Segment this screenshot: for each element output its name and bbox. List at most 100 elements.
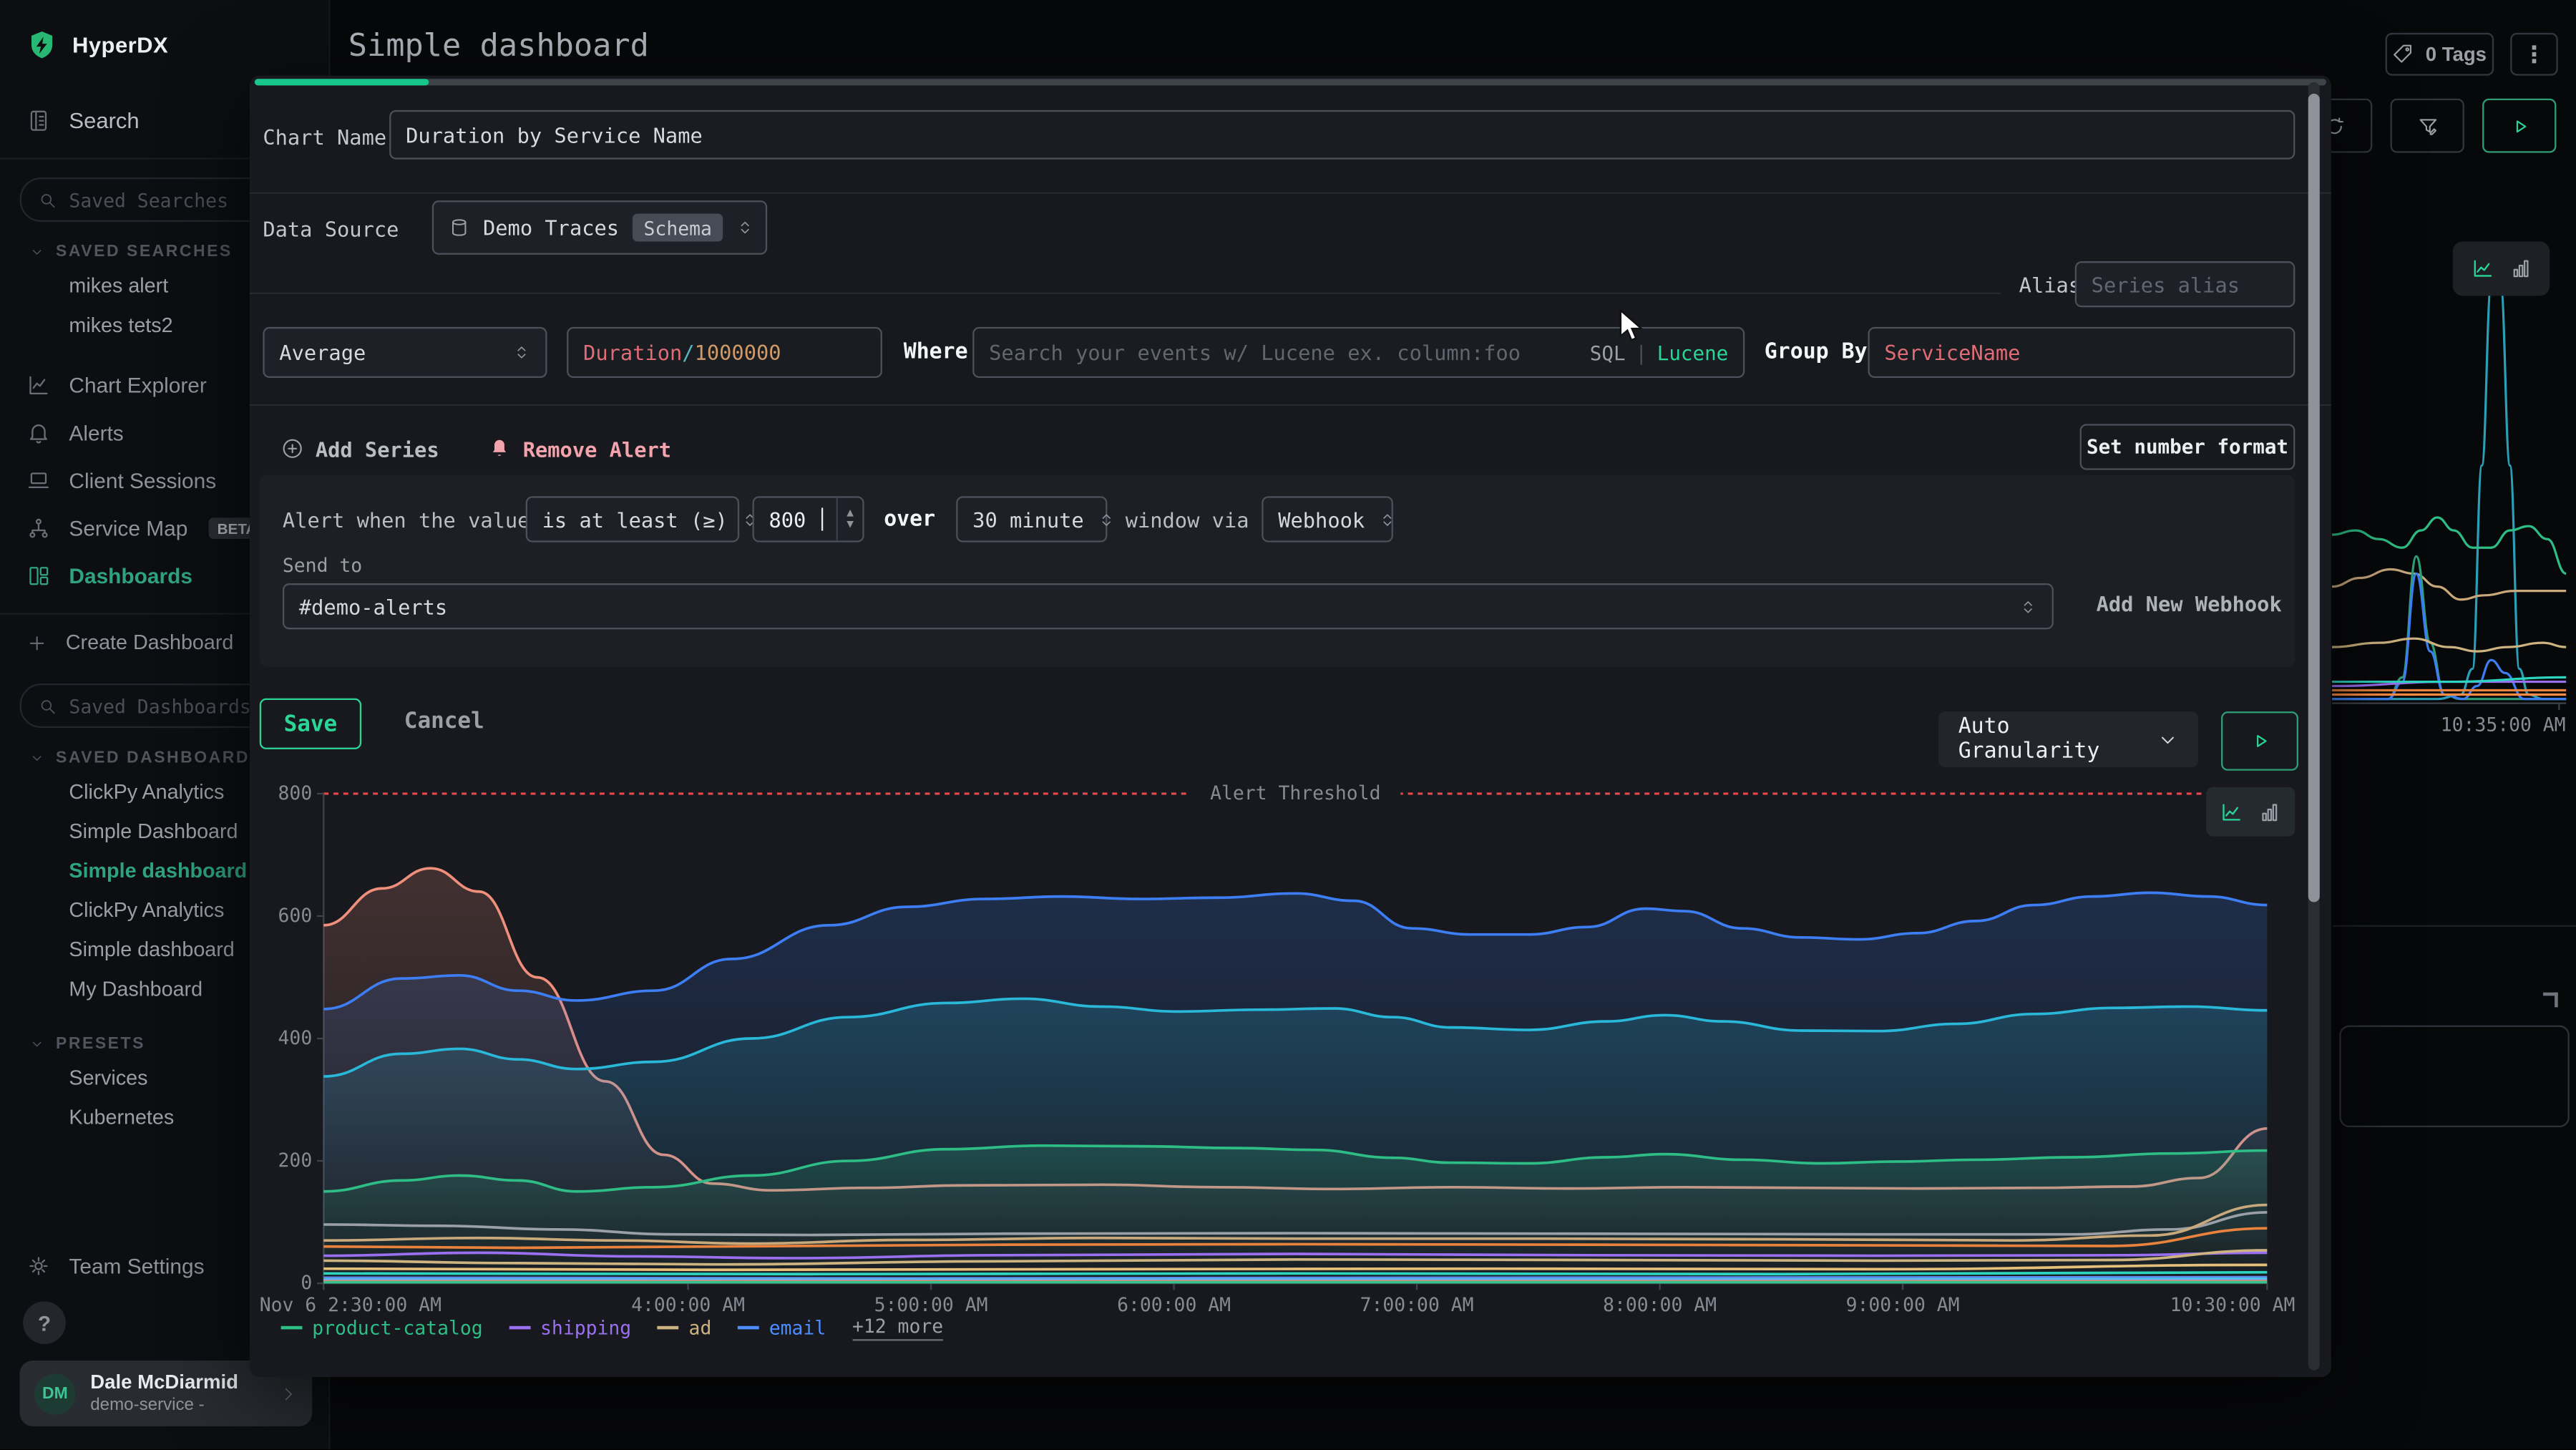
remove-alert-button[interactable]: Remove Alert: [488, 437, 671, 461]
mouse-cursor: [1618, 309, 1644, 346]
legend-item[interactable]: ad: [658, 1316, 711, 1339]
cancel-button[interactable]: Cancel: [404, 709, 484, 735]
chevron-down-icon: [29, 245, 44, 260]
legend-more-link[interactable]: +12 more: [852, 1315, 943, 1341]
group-by-input[interactable]: ServiceName: [1868, 327, 2295, 378]
tags-button[interactable]: 0 Tags: [2386, 33, 2494, 76]
x-tick-label: 10:35:00 AM: [2441, 714, 2566, 736]
line-chart-icon[interactable]: [2470, 256, 2494, 281]
query-language-toggle: SQL | Lucene: [1590, 341, 1729, 364]
text-caret: [821, 507, 822, 530]
scrollbar-thumb[interactable]: [2308, 94, 2320, 902]
legend-label: email: [769, 1316, 826, 1339]
alert-channel-select[interactable]: Webhook: [1262, 496, 1393, 542]
series-alias-input[interactable]: Series alias: [2075, 261, 2296, 307]
aggregation-select[interactable]: Average: [263, 327, 547, 378]
chevron-down-icon: [2157, 729, 2179, 750]
progress-fill: [255, 79, 429, 85]
filter-icon: [2416, 115, 2439, 137]
chevron-updown-icon: [736, 217, 754, 238]
app-root: Simple dashboard 0 Tags ⋮ 10:35:00 AM Hy…: [0, 0, 2576, 1449]
group-by-label: Group By: [1765, 340, 1868, 364]
field-expression: Duration/1000000: [583, 340, 781, 364]
alert-prefix-label: Alert when the value: [283, 507, 530, 532]
x-tick-label: 6:00:00 AM: [1117, 1294, 1231, 1316]
field-token: /: [682, 340, 694, 364]
over-label: over: [884, 507, 935, 532]
bar-chart-icon[interactable]: [2258, 799, 2282, 824]
background-chart-type-toggle[interactable]: [2453, 241, 2550, 296]
data-source-select[interactable]: Demo Traces Schema: [432, 200, 767, 255]
kebab-menu-button[interactable]: ⋮: [2510, 33, 2558, 76]
series-bg-green-wave: [2332, 517, 2566, 574]
edit-chart-modal: Chart Name Duration by Service Name Data…: [250, 76, 2331, 1377]
chevron-updown-icon: [512, 342, 530, 364]
legend-swatch: [509, 1326, 530, 1330]
chevron-down-icon: [29, 1037, 44, 1052]
y-tick-label: 200: [278, 1149, 313, 1172]
search-icon: [38, 696, 58, 716]
group-by-value: ServiceName: [1884, 340, 2020, 364]
line-chart-icon[interactable]: [2220, 799, 2244, 824]
x-tick-label: 10:30:00 AM: [2170, 1294, 2296, 1316]
alert-threshold-label: Alert Threshold: [1210, 782, 1380, 804]
run-chart-button[interactable]: [2221, 711, 2298, 771]
lucene-toggle[interactable]: Lucene: [1657, 341, 1729, 364]
modal-scrollbar[interactable]: [2308, 82, 2320, 1371]
filter-button[interactable]: [2391, 99, 2464, 153]
chevron-updown-icon: [1097, 509, 1115, 530]
granularity-select[interactable]: Auto Granularity: [1938, 711, 2198, 767]
alert-threshold-input[interactable]: 800 ▲▼: [753, 496, 864, 542]
help-button[interactable]: ?: [23, 1302, 66, 1345]
data-source-label: Data Source: [263, 217, 399, 241]
add-new-webhook-button[interactable]: Add New Webhook: [2097, 592, 2282, 616]
kebab-icon: ⋮: [2522, 40, 2545, 68]
field-expression-input[interactable]: Duration/1000000: [567, 327, 882, 378]
send-to-label: Send to: [283, 554, 362, 577]
legend-label: ad: [689, 1316, 712, 1339]
app-name: HyperDX: [72, 33, 168, 57]
x-tick-label: 5:00:00 AM: [874, 1294, 988, 1316]
saved-dashboards-placeholder: Saved Dashboards: [69, 694, 250, 717]
send-to-select[interactable]: #demo-alerts: [283, 583, 2054, 629]
user-name: Dale McDiarmid: [90, 1373, 238, 1396]
add-series-button[interactable]: Add Series: [281, 437, 439, 461]
run-query-button[interactable]: [2482, 99, 2556, 153]
legend-swatch: [738, 1326, 759, 1330]
duration-chart: 0200400600800Nov 6 2:30:00 AM4:00:00 AM5…: [250, 782, 2298, 1331]
set-number-format-button[interactable]: Set number format: [2080, 424, 2296, 469]
bar-chart-icon[interactable]: [2508, 256, 2532, 281]
alert-window-select[interactable]: 30 minute: [956, 496, 1107, 542]
alert-comparator-select[interactable]: is at least (≥): [526, 496, 739, 542]
play-icon: [2248, 729, 2271, 752]
series-bg-spike: [2332, 271, 2566, 699]
legend-item[interactable]: email: [738, 1316, 826, 1339]
legend-label: shipping: [540, 1316, 631, 1339]
legend-item[interactable]: product-catalog: [281, 1316, 483, 1339]
series-series-teal: [323, 1273, 2267, 1275]
legend-swatch: [658, 1326, 679, 1330]
chart-name-input[interactable]: Duration by Service Name: [389, 110, 2295, 160]
number-stepper[interactable]: ▲▼: [836, 498, 863, 541]
progress-bar: [255, 79, 2326, 85]
resize-corner-icon[interactable]: [2543, 993, 2558, 1008]
where-placeholder: Search your events w/ Lucene ex. column:…: [989, 340, 1521, 364]
chart-explorer-icon: [26, 373, 51, 397]
alias-label: Alias: [2019, 273, 2081, 297]
play-icon: [2508, 115, 2531, 137]
save-button[interactable]: Save: [260, 699, 361, 749]
database-icon: [449, 217, 470, 238]
series-bg-tan2: [2332, 638, 2566, 651]
where-label: Where: [904, 340, 968, 364]
field-token: 1000000: [695, 340, 781, 364]
chart-type-toggle[interactable]: [2206, 787, 2295, 837]
page-title: Simple dashboard: [348, 28, 649, 64]
legend-item[interactable]: shipping: [509, 1316, 631, 1339]
divider: [2333, 925, 2576, 927]
chevron-updown-icon: [2019, 595, 2037, 617]
bell-icon: [26, 421, 51, 445]
user-org: demo-service -: [90, 1395, 238, 1415]
tags-label: 0 Tags: [2426, 43, 2487, 66]
x-tick-label: 9:00:00 AM: [1846, 1294, 1960, 1316]
logo-row: HyperDX: [0, 0, 328, 77]
